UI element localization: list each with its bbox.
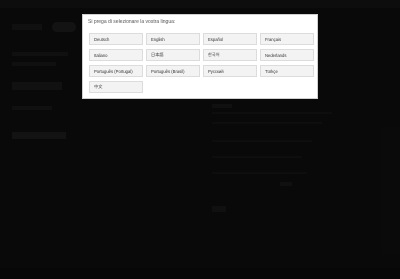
language-option-korean[interactable]: 한국어 xyxy=(203,49,257,61)
language-option-japanese[interactable]: 日本語 xyxy=(146,49,200,61)
language-option-espanol[interactable]: Español xyxy=(203,33,257,45)
language-option-portugues-portugal[interactable]: Português (Portugal) xyxy=(89,65,143,77)
dialog-title: Si prega di selezionare la vostra lingua… xyxy=(88,19,176,25)
language-option-deutsch[interactable]: Deutsch xyxy=(89,33,143,45)
language-option-chinese[interactable]: 中文 xyxy=(89,81,143,93)
language-option-english[interactable]: English xyxy=(146,33,200,45)
language-option-nederlands[interactable]: Nederlands xyxy=(260,49,314,61)
language-option-turkce[interactable]: Türkçe xyxy=(260,65,314,77)
language-grid: Deutsch English Español Français Italian… xyxy=(89,33,314,93)
language-option-italiano[interactable]: Italiano xyxy=(89,49,143,61)
language-option-francais[interactable]: Français xyxy=(260,33,314,45)
language-option-portugues-brasil[interactable]: Português (Brasil) xyxy=(146,65,200,77)
language-dialog: Si prega di selezionare la vostra lingua… xyxy=(82,14,318,99)
language-option-russian[interactable]: Pусский xyxy=(203,65,257,77)
